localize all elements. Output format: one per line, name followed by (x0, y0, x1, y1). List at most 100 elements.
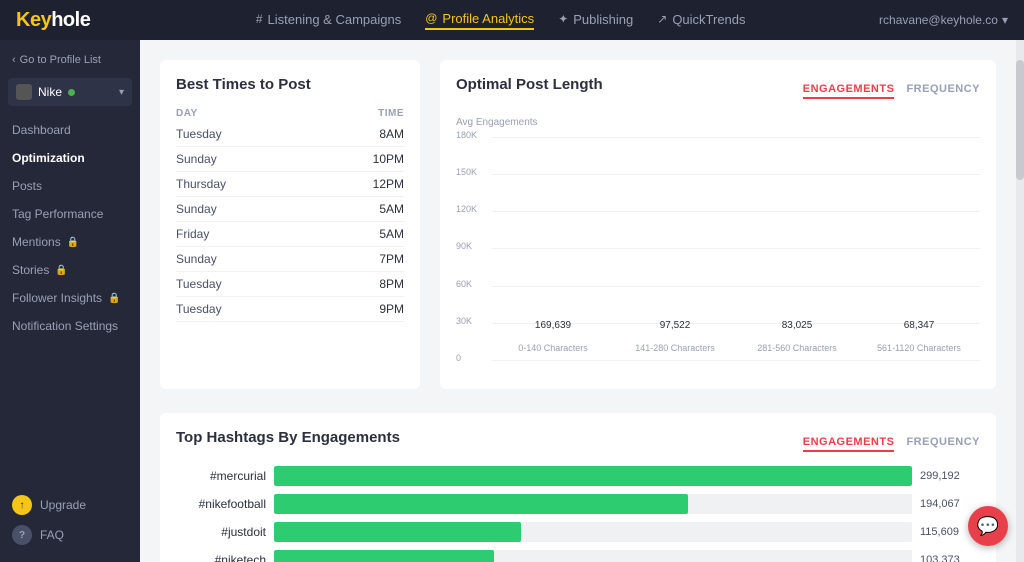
bar-value: 83,025 (782, 320, 813, 331)
hashtag-bar-wrap (274, 466, 912, 486)
col-time-header: TIME (316, 105, 404, 122)
list-item: #justdoit 115,609 (176, 522, 980, 542)
table-row: Tuesday8PM (176, 272, 404, 297)
nav-profile-analytics[interactable]: @ Profile Analytics (425, 11, 534, 30)
table-row: Friday5AM (176, 222, 404, 247)
grid-line-0: 0 (492, 360, 980, 397)
nav-listening[interactable]: # Listening & Campaigns (256, 11, 401, 30)
faq-button[interactable]: ? FAQ (12, 520, 128, 550)
hashtag-name: #mercurial (176, 469, 266, 483)
bar-group: 169,639 0-140 Characters (492, 320, 614, 353)
table-row: Sunday10PM (176, 147, 404, 172)
main-content: Best Times to Post DAY TIME Tuesday8AMSu… (140, 40, 1016, 562)
tab-engagements[interactable]: ENGAGEMENTS (803, 83, 895, 99)
upgrade-icon: ↑ (12, 495, 32, 515)
faq-icon: ? (12, 525, 32, 545)
account-selector[interactable]: Nike ▾ (8, 78, 132, 106)
optimal-title: Optimal Post Length (456, 76, 603, 93)
hashtag-bar-wrap (274, 550, 912, 562)
hashtags-tabs: ENGAGEMENTS FREQUENCY (803, 436, 980, 452)
bar-group: 83,025 281-560 Characters (736, 320, 858, 353)
chevron-left-icon: ‹ (12, 54, 16, 66)
hash-icon: # (256, 12, 263, 26)
hashtag-bar (274, 494, 688, 514)
sidebar-item-notification-settings[interactable]: Notification Settings (0, 312, 140, 340)
times-table: DAY TIME Tuesday8AMSunday10PMThursday12P… (176, 105, 404, 322)
upgrade-button[interactable]: ↑ Upgrade (12, 490, 128, 520)
trends-icon: ↗ (657, 12, 667, 26)
bar-value: 97,522 (660, 320, 691, 331)
hashtags-title: Top Hashtags By Engagements (176, 429, 400, 446)
sidebar-item-optimization[interactable]: Optimization (0, 144, 140, 172)
sidebar-item-tag-performance[interactable]: Tag Performance (0, 200, 140, 228)
hashtag-count: 103,373 (920, 554, 980, 562)
optimal-tabs: ENGAGEMENTS FREQUENCY (803, 83, 980, 99)
account-chevron-icon: ▾ (119, 87, 124, 98)
top-navigation: Keyhole # Listening & Campaigns @ Profil… (0, 0, 1024, 40)
chat-bubble[interactable]: 💬 (968, 506, 1008, 546)
hashtag-count: 299,192 (920, 470, 980, 482)
bar-value: 68,347 (904, 320, 935, 331)
sidebar: ‹ Go to Profile List Nike ▾ Dashboard Op… (0, 40, 140, 562)
logo: Keyhole (16, 9, 90, 32)
y-axis-label: Avg Engagements (456, 117, 538, 128)
nav-links: # Listening & Campaigns @ Profile Analyt… (122, 11, 879, 30)
lock-icon: 🔒 (108, 293, 120, 304)
hashtag-name: #niketech (176, 553, 266, 562)
scrollbar[interactable] (1016, 40, 1024, 562)
chevron-down-icon: ▾ (1002, 13, 1008, 27)
tab-frequency[interactable]: FREQUENCY (906, 83, 980, 99)
hashtags-list: #mercurial 299,192 #nikefootball 194,067… (176, 466, 980, 562)
sidebar-navigation: Dashboard Optimization Posts Tag Perform… (0, 116, 140, 340)
bar-label: 141-280 Characters (635, 343, 715, 353)
hashtag-name: #nikefootball (176, 497, 266, 511)
sidebar-item-posts[interactable]: Posts (0, 172, 140, 200)
nav-publishing[interactable]: ✦ Publishing (558, 11, 633, 30)
col-day-header: DAY (176, 105, 316, 122)
table-row: Sunday7PM (176, 247, 404, 272)
bar-group: 68,347 561-1120 Characters (858, 320, 980, 353)
sidebar-item-stories[interactable]: Stories 🔒 (0, 256, 140, 284)
sidebar-bottom: ↑ Upgrade ? FAQ (0, 478, 140, 562)
hashtags-tab-frequency[interactable]: FREQUENCY (906, 436, 980, 452)
sidebar-item-dashboard[interactable]: Dashboard (0, 116, 140, 144)
best-times-title: Best Times to Post (176, 76, 404, 93)
at-icon: @ (425, 11, 437, 25)
hashtag-count: 194,067 (920, 498, 980, 510)
bar-label: 561-1120 Characters (877, 343, 961, 353)
chat-icon: 💬 (977, 516, 999, 537)
account-icon (16, 84, 32, 100)
optimal-post-length-panel: Optimal Post Length ENGAGEMENTS FREQUENC… (440, 60, 996, 389)
table-row: Sunday5AM (176, 197, 404, 222)
online-indicator (68, 89, 75, 96)
table-row: Thursday12PM (176, 172, 404, 197)
lock-icon: 🔒 (55, 265, 67, 276)
hashtag-name: #justdoit (176, 525, 266, 539)
bar-group: 97,522 141-280 Characters (614, 320, 736, 353)
user-email[interactable]: rchavane@keyhole.co ▾ (879, 13, 1008, 27)
sidebar-item-follower-insights[interactable]: Follower Insights 🔒 (0, 284, 140, 312)
bar-label: 281-560 Characters (757, 343, 837, 353)
hashtags-tab-engagements[interactable]: ENGAGEMENTS (803, 436, 895, 452)
top-hashtags-panel: Top Hashtags By Engagements ENGAGEMENTS … (160, 413, 996, 562)
bars-container: 169,639 0-140 Characters 97,522 141-280 … (492, 137, 980, 353)
bar-chart: Avg Engagements 180K 150K 120K 90K 60K 3… (456, 113, 980, 373)
hashtag-bar (274, 550, 494, 562)
best-times-panel: Best Times to Post DAY TIME Tuesday8AMSu… (160, 60, 420, 389)
sidebar-item-mentions[interactable]: Mentions 🔒 (0, 228, 140, 256)
table-row: Tuesday8AM (176, 122, 404, 147)
hashtag-bar (274, 522, 521, 542)
nav-quicktrends[interactable]: ↗ QuickTrends (657, 11, 745, 30)
scroll-thumb[interactable] (1016, 60, 1024, 180)
hashtag-bar (274, 466, 912, 486)
publish-icon: ✦ (558, 12, 568, 26)
bar-label: 0-140 Characters (518, 343, 588, 353)
hashtag-bar-wrap (274, 494, 912, 514)
hashtag-bar-wrap (274, 522, 912, 542)
list-item: #mercurial 299,192 (176, 466, 980, 486)
list-item: #niketech 103,373 (176, 550, 980, 562)
list-item: #nikefootball 194,067 (176, 494, 980, 514)
lock-icon: 🔒 (67, 237, 79, 248)
bar-value: 169,639 (535, 320, 571, 331)
back-to-profile-list[interactable]: ‹ Go to Profile List (0, 48, 140, 72)
